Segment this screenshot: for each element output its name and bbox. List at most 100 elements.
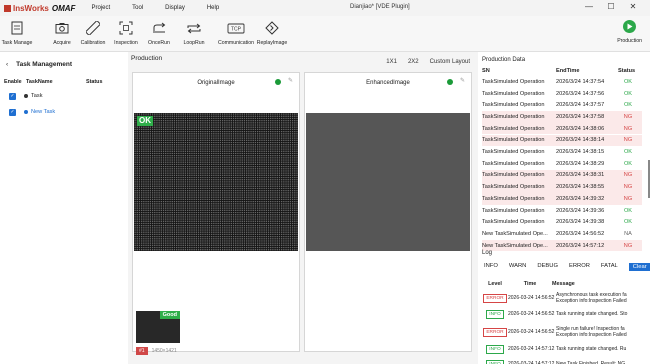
thumbnail-index: #1 — [136, 347, 148, 355]
table-row[interactable]: TaskSimulated Operation 2026/3/24 14:38:5… — [482, 181, 642, 193]
row-sn: TaskSimulated Operation — [482, 195, 545, 202]
menu-tool[interactable]: Tool — [132, 5, 143, 11]
log-level-badge: ERROR — [483, 293, 507, 303]
production-data-header: SN EndTime Status — [482, 68, 648, 74]
log-row[interactable]: INFO 2026-03-24 14:57:12 New Task Finished… — [482, 358, 650, 364]
close-icon[interactable]: ✕ — [622, 2, 644, 11]
communication-label: Communication — [217, 40, 255, 46]
menu-bar: Project Tool Display Help — [91, 5, 241, 11]
row-endtime: 2026/3/24 14:37:56 — [556, 90, 605, 97]
filter-debug[interactable]: DEBUG — [537, 263, 558, 271]
col-enable: Enable — [4, 79, 22, 85]
log-level-cell: ERROR — [482, 293, 508, 303]
table-row[interactable]: TaskSimulated Operation 2026/3/24 14:39:3… — [482, 193, 642, 205]
log-message: Single run failure! Inspection fa Excepti… — [556, 326, 646, 339]
filter-fatal[interactable]: FATAL — [601, 263, 618, 271]
enhanced-image[interactable] — [306, 113, 470, 251]
minimize-icon[interactable]: — — [578, 2, 600, 11]
log-row[interactable]: INFO 2026-03-24 14:57:12 Task running stat… — [482, 343, 650, 355]
log-time: 2026-03-24 14:56:52 — [508, 295, 555, 301]
table-row[interactable]: TaskSimulated Operation 2026/3/24 14:38:1… — [482, 134, 642, 147]
table-row[interactable]: TaskSimulated Operation 2026/3/24 14:38:1… — [482, 146, 642, 158]
edit-icon[interactable]: ✎ — [288, 77, 293, 84]
once-run-label: OnceRun — [148, 40, 170, 46]
log-row[interactable]: ERROR 2026-03-24 14:56:52 Asynchronous tas… — [482, 290, 650, 306]
log-level-cell: ERROR — [482, 327, 508, 337]
brand-name: InsWorks — [13, 3, 49, 13]
back-arrow-icon[interactable]: ‹ — [6, 61, 8, 68]
menu-project[interactable]: Project — [91, 5, 110, 11]
log-message-line: Exception info:Inspection Failed — [556, 298, 627, 304]
table-row[interactable]: TaskSimulated Operation 2026/3/24 14:37:5… — [482, 111, 642, 123]
task-name: New Task — [31, 109, 56, 115]
once-run-button[interactable]: OnceRun — [139, 16, 179, 46]
menu-help[interactable]: Help — [207, 5, 219, 11]
replay-image-button[interactable]: ReplayImage — [252, 16, 292, 46]
table-row[interactable]: TaskSimulated Operation 2026/3/24 14:38:2… — [482, 158, 642, 170]
tcp-icon: TCP — [227, 20, 245, 36]
log-level-cell: INFO — [482, 309, 508, 319]
row-endtime: 2026/3/24 14:38:14 — [556, 137, 605, 144]
app-logo: InsWorks OMAF — [4, 4, 75, 13]
toolbar: Task Manage Acquire Calibration Inspecti… — [0, 16, 650, 52]
svg-text:TCP: TCP — [231, 26, 242, 32]
view-title: EnhancedImage — [366, 80, 410, 86]
task-panel-title: Task Management — [16, 60, 73, 68]
filter-error[interactable]: ERROR — [569, 263, 590, 271]
log-header: Level Time Message — [482, 281, 575, 287]
log-message: Task running state changed. Ru — [556, 346, 646, 353]
menu-display[interactable]: Display — [165, 5, 185, 11]
edit-icon[interactable]: ✎ — [460, 77, 465, 84]
log-message-line: Task running state changed. Ru — [556, 345, 627, 352]
loop-run-button[interactable]: LoopRun — [174, 16, 214, 46]
task-manage-button[interactable]: Task Manage — [0, 16, 37, 46]
title-bar: InsWorks OMAF Project Tool Display Help … — [0, 0, 650, 16]
row-endtime: 2026/3/24 14:56:52 — [556, 230, 605, 237]
layout-1x1[interactable]: 1X1 — [386, 59, 397, 65]
row-sn: New TaskSimulated Ope... — [482, 230, 548, 237]
communication-button[interactable]: TCP Communication — [216, 16, 256, 46]
layout-custom[interactable]: Custom Layout — [430, 59, 470, 65]
task-row[interactable]: ✓ Task — [0, 88, 128, 104]
task-manage-icon — [11, 20, 23, 36]
row-sn: New TaskSimulated Ope... — [482, 242, 548, 249]
view-header: OriginalImage ✎ — [133, 73, 299, 93]
row-status: NG — [623, 137, 633, 144]
log-level-badge: ERROR — [483, 327, 507, 337]
enable-checkbox[interactable]: ✓ — [9, 108, 16, 116]
filter-info[interactable]: INFO — [484, 263, 498, 271]
once-run-icon — [151, 20, 167, 36]
production-button[interactable]: Production — [617, 20, 642, 44]
table-row[interactable]: New TaskSimulated Ope... 2026/3/24 14:56:… — [482, 228, 642, 240]
table-row[interactable]: TaskSimulated Operation 2026/3/24 14:37:5… — [482, 99, 642, 111]
table-row[interactable]: TaskSimulated Operation 2026/3/24 14:38:0… — [482, 122, 642, 135]
row-status: NG — [623, 195, 633, 202]
log-level-cell: INFO — [482, 344, 508, 354]
row-status: OK — [623, 160, 633, 167]
enable-checkbox[interactable]: ✓ — [9, 92, 16, 100]
filter-warn[interactable]: WARN — [509, 263, 527, 271]
table-row[interactable]: TaskSimulated Operation 2026/3/24 14:39:3… — [482, 205, 642, 217]
row-sn: TaskSimulated Operation — [482, 219, 545, 226]
row-sn: TaskSimulated Operation — [482, 137, 545, 144]
loop-run-label: LoopRun — [183, 40, 205, 46]
table-row[interactable]: TaskSimulated Operation 2026/3/24 14:38:3… — [482, 169, 642, 182]
inspection-label: Inspection — [114, 40, 138, 46]
image-thumbnail[interactable]: Good — [136, 311, 180, 343]
table-row[interactable]: New TaskSimulated Ope... 2026/3/24 14:57:… — [482, 239, 642, 252]
logo-mark — [4, 4, 11, 12]
table-row[interactable]: TaskSimulated Operation 2026/3/24 14:37:5… — [482, 88, 642, 100]
clear-log-button[interactable]: Clear — [628, 263, 650, 271]
table-row[interactable]: TaskSimulated Operation 2026/3/24 14:37:5… — [482, 76, 642, 88]
log-row[interactable]: ERROR 2026-03-24 14:56:52 Single run failu… — [482, 324, 650, 340]
row-status: NG — [623, 184, 633, 191]
log-message: Task running state changed. Sto — [556, 311, 646, 318]
layout-2x2[interactable]: 2X2 — [408, 59, 419, 65]
task-status-dot — [24, 110, 28, 114]
table-row[interactable]: TaskSimulated Operation 2026/3/24 14:39:3… — [482, 216, 642, 228]
row-sn: TaskSimulated Operation — [482, 113, 545, 120]
log-row[interactable]: INFO 2026-03-24 14:56:52 Task running stat… — [482, 308, 650, 320]
maximize-icon[interactable]: ☐ — [600, 2, 622, 11]
task-row[interactable]: ✓ New Task — [0, 104, 128, 120]
inspection-image[interactable]: OK — [134, 113, 298, 251]
